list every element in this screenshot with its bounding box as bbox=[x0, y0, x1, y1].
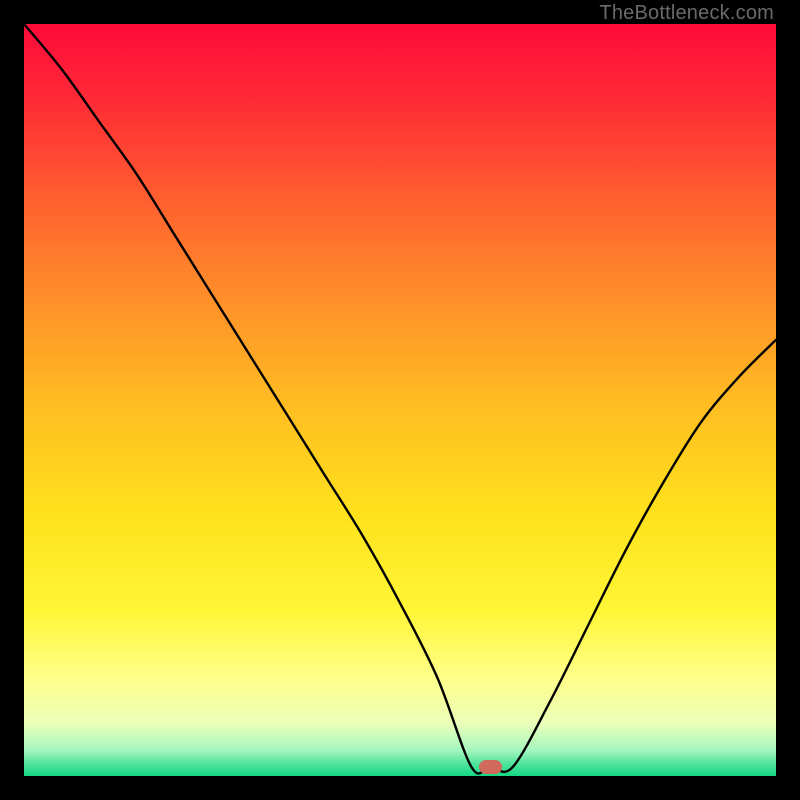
plot-area bbox=[24, 24, 776, 776]
optimum-marker bbox=[479, 760, 502, 774]
chart-frame: TheBottleneck.com bbox=[0, 0, 800, 800]
bottleneck-curve bbox=[24, 24, 776, 776]
watermark-text: TheBottleneck.com bbox=[599, 2, 774, 25]
